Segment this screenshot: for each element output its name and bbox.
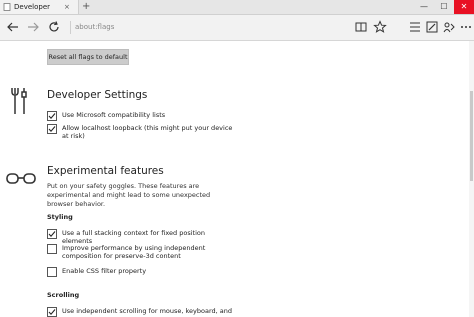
option-label: Use independent scrolling for mouse, key… [62,307,233,315]
option-label: Use Microsoft compatibility lists [62,111,166,119]
share-icon[interactable] [442,20,456,34]
option-label: Allow localhost loopback (this might put… [62,124,233,140]
developer-settings-title: Developer Settings [47,89,148,101]
wrench-icon [11,88,27,114]
window-controls: — ☐ ✕ [414,0,474,14]
checkbox[interactable] [47,111,57,121]
styling-heading: Styling [47,213,73,221]
maximize-button[interactable]: ☐ [434,0,454,14]
reset-flags-button[interactable]: Reset all flags to default [47,49,129,65]
checkbox[interactable] [47,267,57,277]
checkbox[interactable] [47,244,57,254]
title-bar: Developer settings × + —☐✕ [0,0,474,25]
checkbox[interactable] [47,229,57,239]
vertical-scrollbar[interactable] [469,41,474,317]
address-bar[interactable]: about:flags [70,21,355,34]
checkbox[interactable] [47,124,57,134]
close-window-button[interactable]: ✕ [454,0,474,14]
scrollbar-thumb[interactable] [470,91,473,181]
experimental-features-title: Experimental features [47,165,164,177]
new-tab-button[interactable]: + [82,0,90,14]
more-icon[interactable] [459,20,473,34]
tab-developer-settings[interactable]: Developer settings × [0,0,79,25]
back-icon[interactable] [6,20,20,34]
reading-view-icon[interactable] [354,20,368,34]
minimize-button[interactable]: — [414,0,434,14]
experimental-description: Put on your safety goggles. These featur… [47,182,211,208]
web-note-icon[interactable] [425,20,439,34]
goggles-icon [6,173,36,184]
scrolling-heading: Scrolling [47,291,80,299]
hub-icon[interactable] [408,20,422,34]
forward-icon[interactable] [26,20,40,34]
option-label: Use a full stacking context for fixed po… [62,229,205,245]
option-label: Improve performance by using independent… [62,244,206,260]
checkbox[interactable] [47,307,57,317]
page-icon [3,3,11,11]
tab-close-button[interactable]: × [64,0,70,14]
refresh-icon[interactable] [47,20,61,34]
navigation-bar: about:flags [0,15,474,41]
page-content: Reset all flags to default Developer Set… [0,41,474,317]
favorite-icon[interactable] [373,20,387,34]
option-label: Enable CSS filter property [62,267,147,275]
